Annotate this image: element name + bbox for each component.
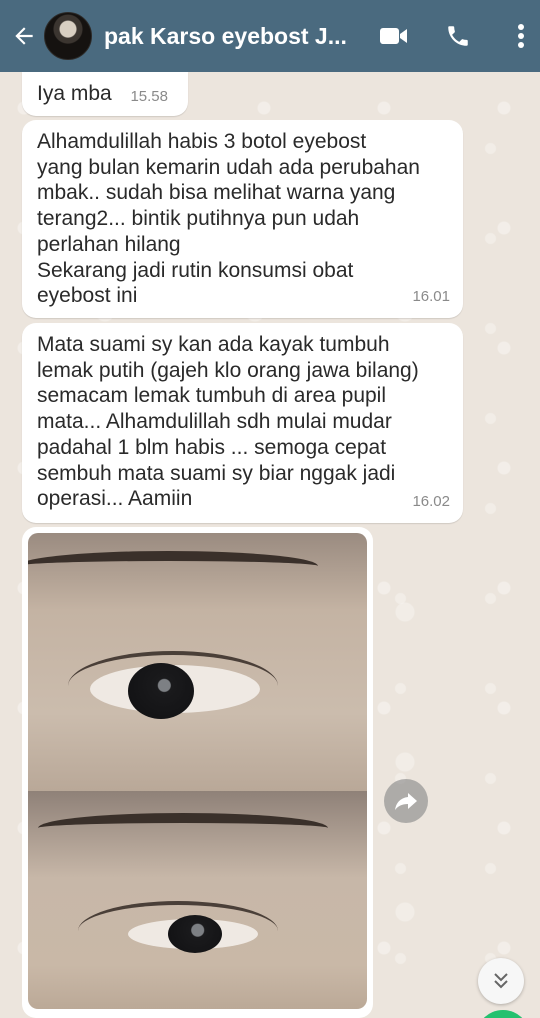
message-time: 16.02	[412, 493, 450, 511]
iris	[128, 663, 194, 719]
message-bubble[interactable]: Alhamdulillah habis 3 botol eyebost yang…	[22, 120, 463, 318]
eye-photo-top[interactable]	[28, 533, 367, 791]
iris	[168, 915, 222, 953]
message-time: 15.58	[130, 88, 168, 106]
voice-call-button[interactable]	[438, 0, 478, 72]
video-call-icon	[380, 28, 407, 44]
forward-button[interactable]	[384, 779, 428, 823]
more-options-button[interactable]	[506, 0, 536, 72]
contact-name[interactable]: pak Karso eyebost J...	[104, 23, 354, 50]
contact-avatar[interactable]	[44, 12, 92, 60]
more-vert-icon	[518, 24, 524, 48]
message-text: Mata suami sy kan ada kayak tumbuh lemak…	[37, 333, 419, 511]
video-call-button[interactable]	[374, 0, 414, 72]
arrow-left-icon	[15, 27, 33, 45]
eyebrow	[38, 813, 328, 843]
scroll-to-bottom-button[interactable]	[478, 958, 524, 1004]
double-chevron-down-icon	[494, 973, 508, 989]
eye-photo-bottom[interactable]	[28, 791, 367, 1009]
message-time: 16.01	[412, 288, 450, 306]
phone-icon	[448, 26, 468, 46]
forward-icon	[395, 793, 417, 810]
back-button[interactable]	[4, 0, 44, 72]
message-bubble[interactable]: Iya mba 15.58	[22, 72, 188, 116]
chat-header: pak Karso eyebost J...	[0, 0, 540, 72]
eyebrow	[28, 551, 318, 581]
message-bubble[interactable]: Mata suami sy kan ada kayak tumbuh lemak…	[22, 323, 463, 523]
image-message[interactable]	[22, 527, 373, 1018]
message-text: Alhamdulillah habis 3 botol eyebost yang…	[37, 130, 420, 308]
